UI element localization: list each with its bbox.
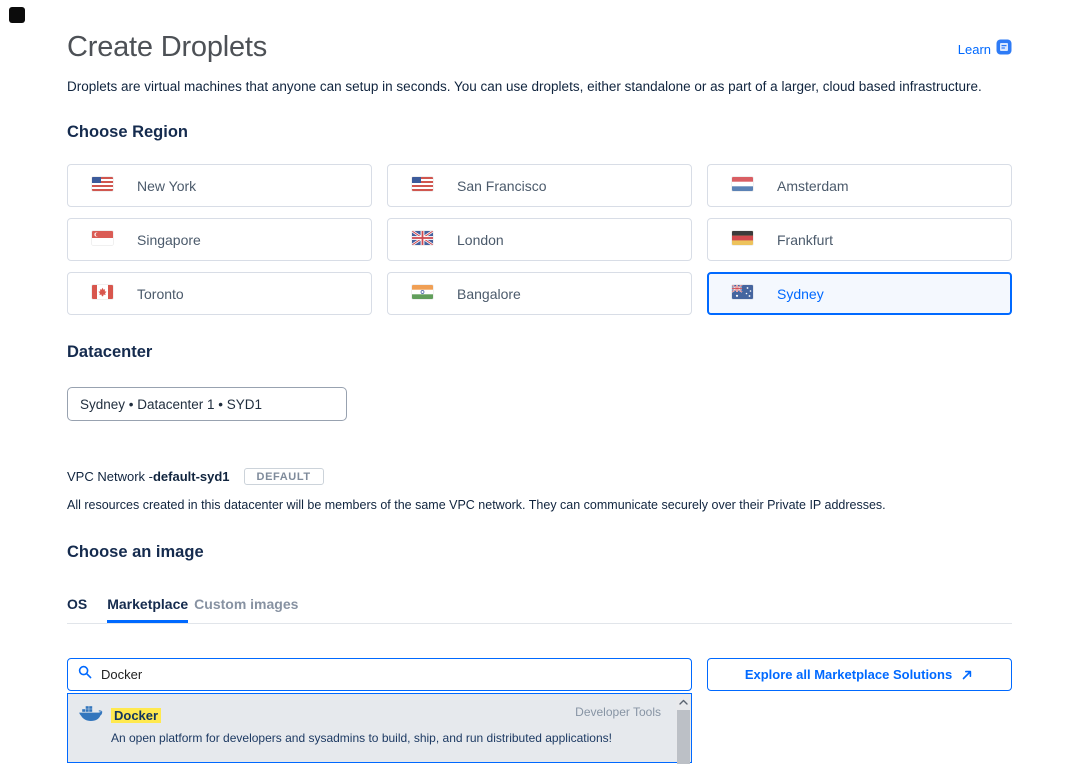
scrollbar-thumb[interactable] [677, 710, 690, 764]
nl-flag-icon [732, 177, 753, 194]
vpc-network-row: VPC Network - default-syd1 DEFAULT [67, 468, 1012, 485]
datacenter-selected-value: Sydney • Datacenter 1 • SYD1 [80, 397, 262, 412]
learn-link-label[interactable]: Learn [958, 42, 991, 57]
corner-mark [9, 7, 25, 23]
region-label: Bangalore [457, 286, 521, 302]
region-button-singapore[interactable]: Singapore [67, 218, 372, 261]
in-flag-icon [412, 285, 433, 302]
result-description: An open platform for developers and sysa… [111, 731, 691, 745]
result-name: Docker [111, 708, 161, 723]
region-label: Toronto [137, 286, 184, 302]
region-button-amsterdam[interactable]: Amsterdam [707, 164, 1012, 207]
choose-image-heading: Choose an image [67, 543, 1012, 562]
region-button-sydney[interactable]: Sydney [707, 272, 1012, 315]
scroll-up-icon[interactable] [676, 694, 691, 709]
region-label: Singapore [137, 232, 201, 248]
region-button-london[interactable]: London [387, 218, 692, 261]
region-grid: New York San Francisco Amsterdam Singapore L… [67, 164, 1012, 315]
image-tabs: OS MarketplaceCustom images [67, 596, 1012, 624]
choose-region-heading: Choose Region [67, 123, 1012, 142]
region-button-san-francisco[interactable]: San Francisco [387, 164, 692, 207]
book-icon [996, 39, 1012, 60]
marketplace-search-input[interactable] [99, 666, 681, 683]
us-flag-icon [92, 177, 113, 194]
tab-marketplace[interactable]: Marketplace [107, 596, 188, 623]
explore-marketplace-label: Explore all Marketplace Solutions [745, 667, 974, 682]
result-category: Developer Tools [575, 705, 661, 719]
page-title: Create Droplets [67, 31, 267, 64]
create-droplets-page: Create Droplets Learn Droplets are virtu… [67, 0, 1012, 763]
datacenter-heading: Datacenter [67, 343, 1012, 362]
dropdown-scrollbar[interactable] [676, 694, 691, 762]
au-flag-icon [732, 285, 753, 302]
region-label: London [457, 232, 504, 248]
tab-os[interactable]: OS [67, 596, 87, 623]
learn-link[interactable]: Learn [958, 39, 1012, 60]
page-subtitle: Droplets are virtual machines that anyon… [67, 79, 1012, 94]
de-flag-icon [732, 231, 753, 248]
region-label: Sydney [777, 286, 824, 302]
page-header: Create Droplets Learn [67, 0, 1012, 64]
region-label: Frankfurt [777, 232, 833, 248]
search-results-dropdown: Docker Developer Tools An open platform … [67, 693, 692, 763]
marketplace-search-row: Explore all Marketplace Solutions [67, 658, 1012, 691]
marketplace-search-box[interactable] [67, 658, 692, 691]
region-button-frankfurt[interactable]: Frankfurt [707, 218, 1012, 261]
vpc-network-label: VPC Network - [67, 469, 153, 484]
explore-marketplace-button[interactable]: Explore all Marketplace Solutions [707, 658, 1012, 691]
tab-custom-images[interactable]: Custom images [194, 596, 298, 623]
external-arrow-icon [961, 669, 995, 684]
region-label: San Francisco [457, 178, 546, 194]
result-item-docker[interactable]: Docker Developer Tools An open platform … [68, 694, 691, 745]
search-icon [78, 665, 92, 684]
us-flag-icon [412, 177, 433, 194]
region-button-new-york[interactable]: New York [67, 164, 372, 207]
vpc-description: All resources created in this datacenter… [67, 498, 1012, 512]
region-button-toronto[interactable]: Toronto [67, 272, 372, 315]
ca-flag-icon [92, 285, 113, 302]
vpc-default-badge: DEFAULT [244, 468, 324, 485]
gb-flag-icon [412, 231, 433, 248]
docker-whale-icon [78, 703, 104, 727]
region-button-bangalore[interactable]: Bangalore [387, 272, 692, 315]
datacenter-select[interactable]: Sydney • Datacenter 1 • SYD1 [67, 387, 347, 421]
sg-flag-icon [92, 231, 113, 248]
region-label: New York [137, 178, 196, 194]
region-label: Amsterdam [777, 178, 849, 194]
vpc-network-name: default-syd1 [153, 469, 230, 484]
